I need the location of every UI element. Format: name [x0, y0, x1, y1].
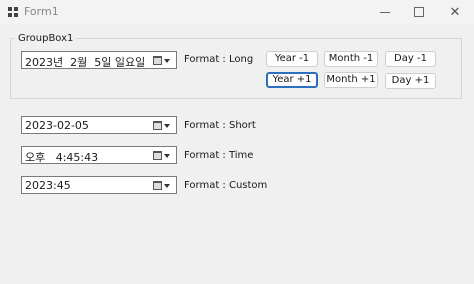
format-label-short: Format : Short — [184, 120, 256, 131]
picker-value: 2023년 2월 5일 일요일 — [25, 56, 146, 69]
minimize-icon — [380, 11, 390, 13]
year-minus-button[interactable]: Year -1 — [266, 51, 318, 67]
form-icon — [8, 7, 18, 17]
datetime-picker-long[interactable]: 2023년 2월 5일 일요일 — [21, 51, 177, 69]
calendar-dropdown-icon[interactable] — [153, 180, 173, 191]
day-plus-button[interactable]: Day +1 — [385, 73, 436, 89]
day-minus-button[interactable]: Day -1 — [385, 51, 436, 67]
picker-value: 2023:45 — [25, 179, 71, 192]
close-button[interactable]: ✕ — [437, 0, 473, 24]
groupbox-label: GroupBox1 — [15, 33, 77, 44]
calendar-dropdown-icon[interactable] — [153, 120, 173, 131]
month-plus-button[interactable]: Month +1 — [324, 72, 378, 88]
picker-value: 2023-02-05 — [25, 119, 89, 132]
maximize-button[interactable] — [401, 0, 437, 24]
maximize-icon — [414, 7, 424, 17]
format-label-custom: Format : Custom — [184, 180, 268, 191]
window-title: Form1 — [24, 5, 59, 18]
form1-window: Form1 ✕ GroupBox1 2023년 2월 5일 일요일 Format… — [0, 0, 474, 284]
title-bar[interactable]: Form1 ✕ — [0, 0, 474, 24]
year-plus-button[interactable]: Year +1 — [266, 72, 318, 88]
picker-value: 오후 4:45:43 — [25, 151, 99, 164]
datetime-picker-time[interactable]: 오후 4:45:43 — [21, 146, 177, 164]
calendar-dropdown-icon[interactable] — [153, 150, 173, 161]
month-minus-button[interactable]: Month -1 — [324, 51, 378, 67]
close-icon: ✕ — [449, 4, 461, 20]
minimize-button[interactable] — [367, 0, 403, 24]
format-label-time: Format : Time — [184, 150, 254, 161]
datetime-picker-short[interactable]: 2023-02-05 — [21, 116, 177, 134]
format-label-long: Format : Long — [184, 54, 254, 65]
datetime-picker-custom[interactable]: 2023:45 — [21, 176, 177, 194]
calendar-dropdown-icon[interactable] — [153, 55, 173, 66]
